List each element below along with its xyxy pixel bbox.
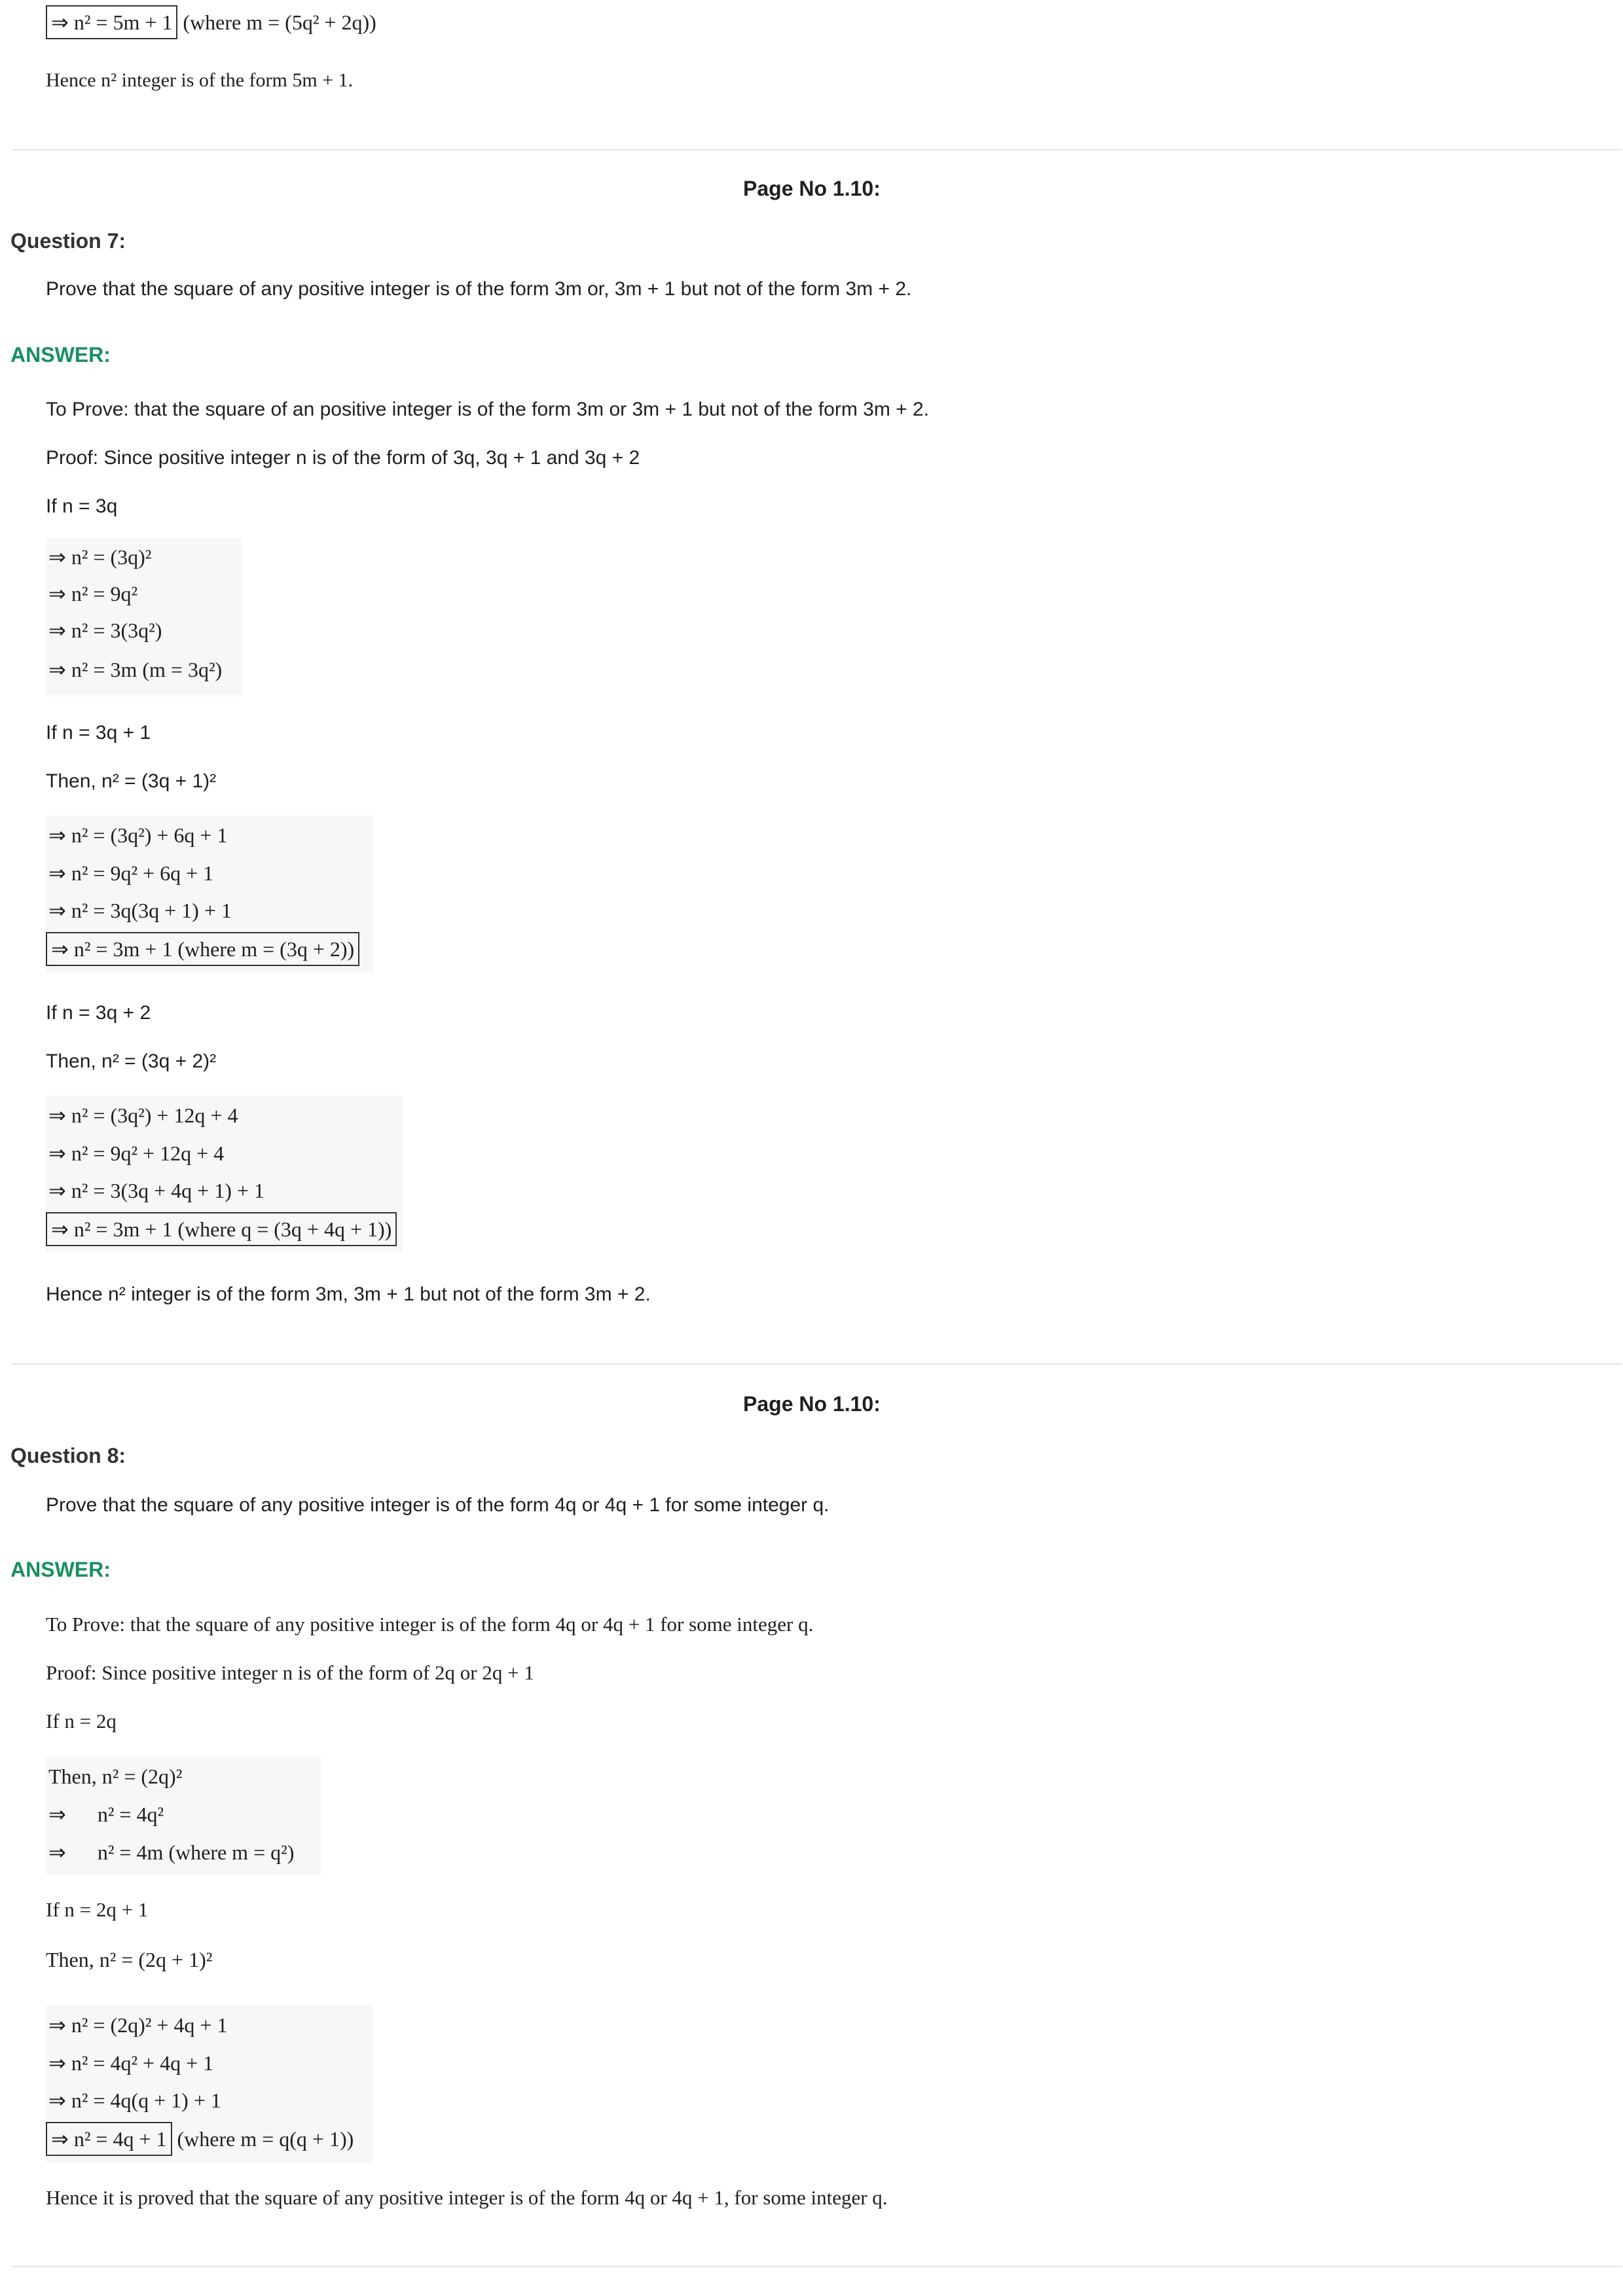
to-prove: To Prove: that the square of any positiv… bbox=[46, 1613, 814, 1636]
hence-statement: Hence it is proved that the square of an… bbox=[46, 2186, 888, 2209]
case-heading: If n = 3q + 1 bbox=[46, 722, 151, 744]
math-line: ⇒ n² = 3(3q²) bbox=[48, 619, 162, 642]
math-line: ⇒ n² = 4q(q + 1) + 1 bbox=[48, 2089, 221, 2112]
case-heading: If n = 3q + 2 bbox=[46, 1002, 151, 1024]
top-boxed-result: ⇒ n² = 5m + 1 bbox=[46, 5, 178, 39]
question-8-label: Question 8: bbox=[10, 1444, 126, 1467]
divider bbox=[12, 149, 1622, 151]
boxed-result: ⇒ n² = 3m + 1 (where q = (3q + 4q + 1)) bbox=[46, 1212, 397, 1246]
math-line: ⇒ n² = 9q² + 6q + 1 bbox=[48, 861, 214, 885]
answer-label: ANSWER: bbox=[10, 1558, 111, 1581]
math-block: ⇒ n² = (2q)² + 4q + 1 ⇒ n² = 4q² + 4q + … bbox=[46, 2005, 373, 2162]
math-line: ⇒ n² = 9q² bbox=[48, 582, 138, 605]
math-line: ⇒ n² = 3q(3q + 1) + 1 bbox=[48, 899, 232, 922]
math-line: ⇒ n² = (3q²) + 12q + 4 bbox=[48, 1103, 238, 1127]
math-line: ⇒ n² = (3q²) + 6q + 1 bbox=[48, 823, 228, 847]
math-line: ⇒ n² = 9q² + 12q + 4 bbox=[48, 1141, 225, 1165]
divider bbox=[12, 2266, 1622, 2267]
answer-label: ANSWER: bbox=[10, 343, 111, 367]
math-line: ⇒ n² = 3(3q + 4q + 1) + 1 bbox=[48, 1179, 264, 1202]
where-clause: (where m = q(q + 1)) bbox=[177, 2127, 354, 2151]
page-number-heading: Page No 1.10: bbox=[743, 177, 881, 200]
math-line: ⇒ n² = (3q)² bbox=[48, 545, 152, 569]
question-7-label: Question 7: bbox=[10, 229, 126, 253]
case-then: Then, n² = (3q + 1)² bbox=[46, 770, 217, 792]
boxed-result: ⇒ n² = 3m + 1 (where m = (3q + 2)) bbox=[46, 932, 360, 966]
top-where-clause: (where m = (5q² + 2q)) bbox=[183, 10, 376, 34]
math-line: ⇒ n² = 4m (where m = q²) bbox=[48, 1840, 295, 1864]
to-prove: To Prove: that the square of an positive… bbox=[46, 399, 930, 420]
page-number-heading: Page No 1.10: bbox=[743, 1392, 881, 1416]
math-block: ⇒ n² = (3q)² ⇒ n² = 9q² ⇒ n² = 3(3q²) ⇒ … bbox=[46, 538, 242, 695]
math-line: Then, n² = (2q)² bbox=[48, 1765, 183, 1788]
case-heading: If n = 2q + 1 bbox=[46, 1898, 149, 1921]
math-block: Then, n² = (2q)² ⇒ n² = 4q² ⇒ n² = 4m (w… bbox=[46, 1757, 321, 1874]
top-hence: Hence n² integer is of the form 5m + 1. bbox=[46, 69, 354, 91]
math-line: ⇒ n² = (2q)² + 4q + 1 bbox=[48, 2013, 228, 2037]
case-then: Then, n² = (3q + 2)² bbox=[46, 1050, 217, 1072]
boxed-result: ⇒ n² = 4q + 1 bbox=[46, 2122, 172, 2156]
math-line: ⇒ n² = 4q² bbox=[48, 1803, 164, 1826]
hence-statement: Hence n² integer is of the form 3m, 3m +… bbox=[46, 1283, 651, 1305]
proof-intro: Proof: Since positive integer n is of th… bbox=[46, 1661, 534, 1684]
case-heading: If n = 2q bbox=[46, 1710, 117, 1732]
math-block: ⇒ n² = (3q²) + 12q + 4 ⇒ n² = 9q² + 12q … bbox=[46, 1096, 403, 1253]
proof-intro: Proof: Since positive integer n is of th… bbox=[46, 447, 640, 469]
divider bbox=[12, 1363, 1622, 1365]
math-line: ⇒ n² = 4q² + 4q + 1 bbox=[48, 2051, 214, 2075]
question-7-text: Prove that the square of any positive in… bbox=[46, 278, 912, 300]
case-then: Then, n² = (2q + 1)² bbox=[46, 1948, 213, 1971]
case-heading: If n = 3q bbox=[46, 495, 118, 517]
question-8-text: Prove that the square of any positive in… bbox=[46, 1494, 830, 1516]
math-line: ⇒ n² = 3m (m = 3q²) bbox=[48, 658, 223, 681]
top-result-line: ⇒ n² = 5m + 1 (where m = (5q² + 2q)) bbox=[46, 5, 376, 39]
math-block: ⇒ n² = (3q²) + 6q + 1 ⇒ n² = 9q² + 6q + … bbox=[46, 816, 373, 973]
